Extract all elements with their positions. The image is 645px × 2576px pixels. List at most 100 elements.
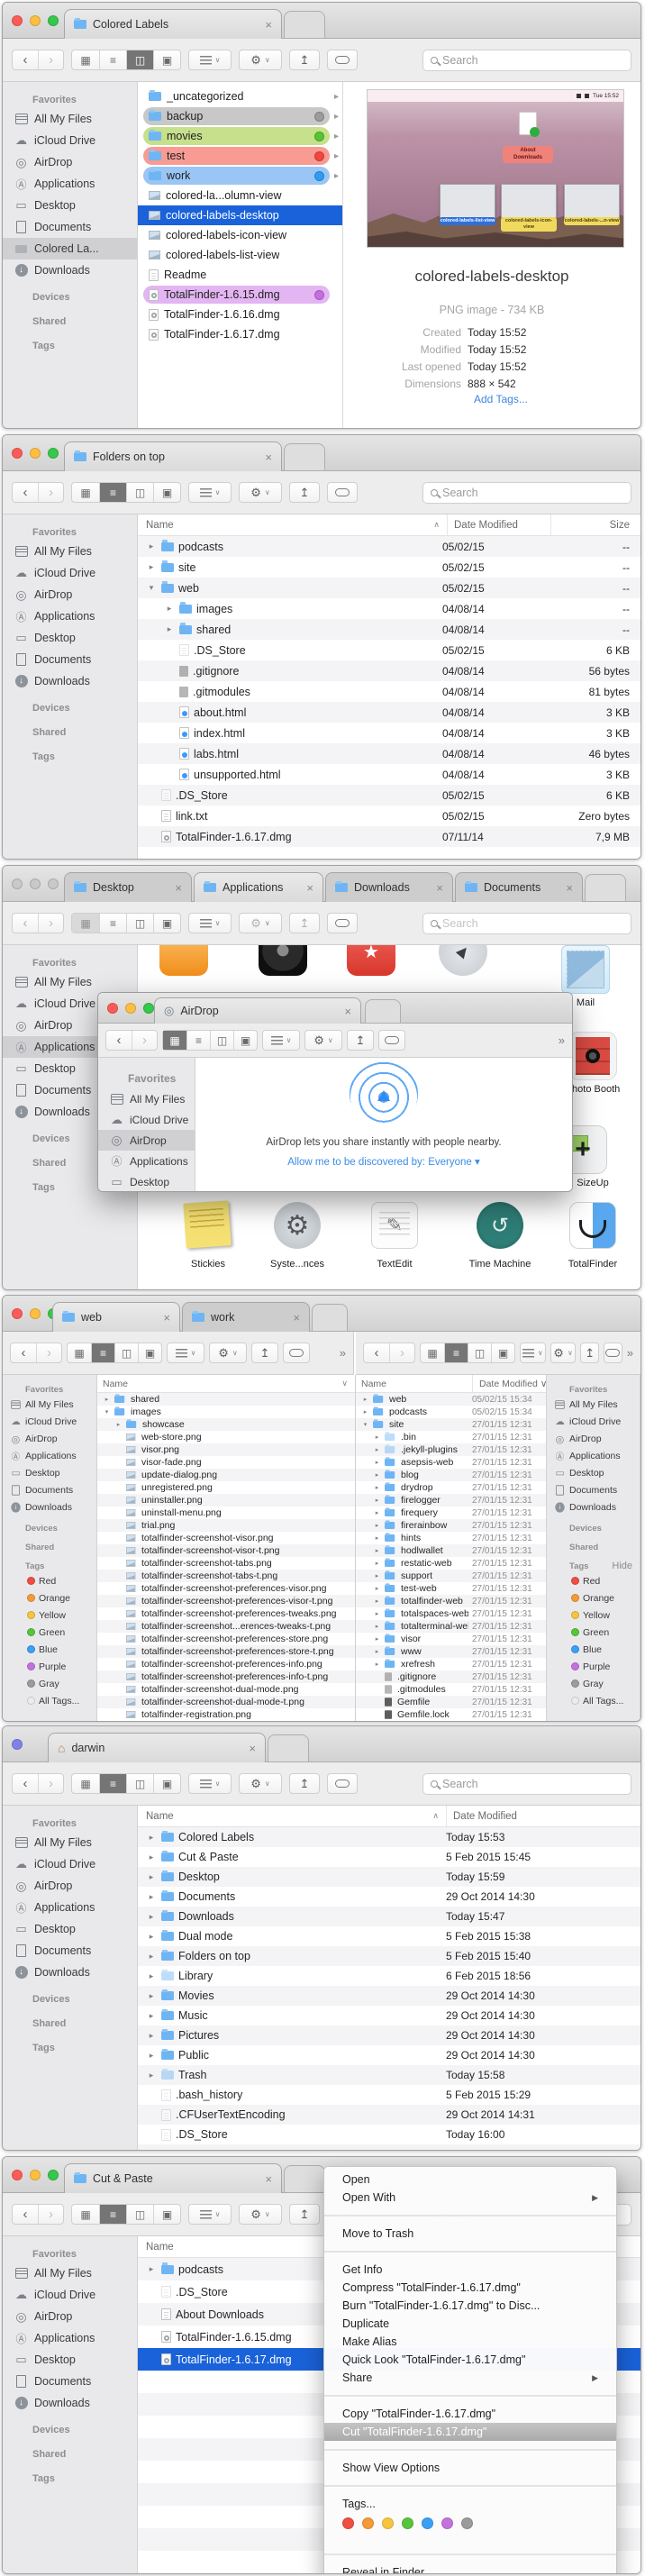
search-field[interactable]: Search (422, 1773, 631, 1795)
file-row[interactable]: ▸Documents29 Oct 2014 14:30 (138, 1887, 640, 1907)
file-row[interactable]: TotalFinder-1.6.16.dmg (138, 305, 342, 324)
sidebar-item[interactable]: All Tags... (3, 1692, 96, 1709)
zoom-window-button[interactable] (48, 15, 59, 26)
toolbar-overflow-button[interactable]: » (340, 1346, 346, 1360)
disclosure-triangle[interactable]: ▸ (146, 542, 157, 551)
close-tab-icon[interactable]: × (258, 18, 272, 32)
column-view-button[interactable]: ◫ (126, 50, 153, 69)
forward-button[interactable]: › (38, 50, 63, 69)
sidebar-item[interactable]: Desktop (3, 2349, 137, 2371)
sidebar-item[interactable]: All My Files (3, 971, 137, 993)
sidebar-item[interactable]: Desktop (98, 1171, 195, 1191)
context-menu-item[interactable]: Duplicate (324, 2315, 616, 2333)
context-menu-item[interactable] (324, 2485, 616, 2487)
context-menu-item[interactable] (324, 2395, 616, 2397)
file-row[interactable]: ▸totalfinder-web27/01/15 12:31 (356, 1595, 562, 1607)
sidebar-item[interactable]: iCloud Drive (547, 1413, 640, 1430)
file-row[interactable]: ▾images (97, 1406, 355, 1418)
context-menu-item[interactable]: Quick Look "TotalFinder-1.6.17.dmg" (324, 2351, 616, 2369)
file-row[interactable]: totalfinder-screenshot-visor.png (97, 1532, 355, 1544)
action-menu-button[interactable]: ⚙∨ (239, 1773, 282, 1794)
sidebar-item[interactable]: Favorites (3, 2246, 137, 2262)
icon-view-button[interactable]: ▦ (72, 914, 99, 933)
sidebar-item[interactable]: Documents (3, 1481, 96, 1498)
disclosure-triangle[interactable]: ▸ (373, 1585, 381, 1592)
action-menu-button[interactable]: ⚙∨ (239, 913, 282, 933)
coverflow-view-button[interactable]: ▣ (153, 2205, 180, 2224)
context-menu-item[interactable] (324, 2251, 616, 2253)
context-menu-item[interactable]: Burn "TotalFinder-1.6.17.dmg" to Disc... (324, 2297, 616, 2315)
file-row[interactable]: ▸totalterminal-web27/01/15 12:31 (356, 1620, 562, 1633)
file-row[interactable]: .bash_history5 Feb 2015 15:29 (138, 2085, 640, 2105)
disclosure-triangle[interactable]: ▸ (146, 1872, 157, 1882)
arrange-menu-button[interactable]: ∨ (188, 50, 232, 70)
mail-app-icon[interactable] (561, 945, 610, 994)
back-button[interactable]: ‹ (13, 1774, 38, 1793)
back-button[interactable]: ‹ (13, 914, 38, 933)
file-row[interactable]: .gitignore27/01/15 12:31 (356, 1670, 562, 1683)
file-row[interactable]: ▾web05/02/15-- (138, 578, 640, 598)
column-view-button[interactable]: ◫ (126, 483, 153, 502)
disclosure-triangle[interactable]: ▸ (146, 2031, 157, 2041)
column-view-button[interactable]: ◫ (468, 1343, 491, 1362)
context-menu-item[interactable]: Compress "TotalFinder-1.6.17.dmg" (324, 2279, 616, 2297)
disclosure-triangle[interactable]: ▸ (146, 1971, 157, 1981)
icon-view-button[interactable]: ▦ (68, 1343, 91, 1362)
disclosure-triangle[interactable]: ▸ (373, 1648, 381, 1655)
back-button[interactable]: ‹ (13, 2205, 38, 2224)
app-icon-partial-1[interactable] (159, 945, 208, 976)
sidebar-item[interactable]: Green (547, 1624, 640, 1641)
sidebar-item[interactable]: All My Files (547, 1396, 640, 1413)
sidebar-item[interactable]: Desktop (3, 195, 137, 216)
file-row[interactable]: .DS_Store05/02/156 KB (138, 785, 640, 806)
list-view-button[interactable]: ≡ (99, 2205, 126, 2224)
sidebar-item[interactable]: Shared (3, 2016, 137, 2032)
file-row[interactable]: .DS_Store05/02/156 KB (138, 640, 640, 660)
icon-view-button[interactable]: ▦ (72, 50, 99, 69)
file-row[interactable]: ▸blog27/01/15 12:31 (356, 1469, 562, 1481)
file-row[interactable]: totalfinder-screenshot-preferences-info-… (97, 1670, 355, 1683)
tag-button[interactable] (378, 1030, 405, 1051)
sidebar-item[interactable]: Favorites (3, 92, 137, 108)
list-view-button[interactable]: ≡ (99, 483, 126, 502)
icon-view-button[interactable]: ▦ (72, 1774, 99, 1793)
tag-button[interactable] (283, 1343, 310, 1363)
forward-button[interactable]: › (38, 914, 63, 933)
context-menu-item[interactable]: Cut "TotalFinder-1.6.17.dmg" (324, 2423, 616, 2441)
sidebar-item[interactable]: Downloads (3, 1962, 137, 1983)
photo-booth-app-icon[interactable] (568, 1032, 617, 1080)
sidebar-item[interactable]: Shared (3, 314, 137, 330)
zoom-window-button[interactable] (48, 2170, 59, 2180)
file-row[interactable]: Gemfile.lock27/01/15 12:31 (356, 1708, 562, 1721)
sidebar-item[interactable]: Blue (547, 1641, 640, 1658)
disclosure-triangle[interactable]: ▸ (146, 562, 157, 572)
forward-button[interactable]: › (38, 1774, 63, 1793)
file-row[interactable]: Gemfile27/01/15 12:31 (356, 1696, 562, 1708)
disclosure-triangle[interactable]: ▸ (361, 1396, 369, 1403)
file-row[interactable]: ▸firelogger27/01/15 12:31 (356, 1494, 562, 1506)
file-row[interactable]: ▸www27/01/15 12:31 (356, 1645, 562, 1658)
file-row[interactable]: backup▸ (138, 106, 342, 126)
arrange-menu-button[interactable]: ∨ (188, 913, 232, 933)
icon-view-button[interactable]: ▦ (72, 483, 99, 502)
sidebar-item[interactable]: Tags (3, 2471, 137, 2487)
file-row[interactable]: labs.html04/08/1446 bytes (138, 743, 640, 764)
sidebar-item[interactable]: Tags (3, 1560, 96, 1572)
file-row[interactable]: totalfinder-screenshot-preferences-visor… (97, 1582, 355, 1595)
close-window-button[interactable] (12, 448, 23, 459)
file-row[interactable]: visor.png (97, 1443, 355, 1456)
disclosure-triangle[interactable]: ▸ (103, 1396, 111, 1403)
back-button[interactable]: ‹ (106, 1031, 132, 1050)
file-row[interactable]: .gitmodules04/08/1481 bytes (138, 681, 640, 702)
context-menu-item[interactable]: Show View Options (324, 2459, 616, 2477)
coverflow-view-button[interactable]: ▣ (153, 483, 180, 502)
tab-cut-paste[interactable]: Cut & Paste× (64, 2163, 282, 2193)
disclosure-triangle[interactable]: ▸ (373, 1446, 381, 1453)
sidebar-item[interactable]: iCloud Drive (3, 2284, 137, 2306)
file-row[interactable]: uninstaller.png (97, 1494, 355, 1506)
context-menu-item[interactable]: Move to Trash (324, 2225, 616, 2243)
disclosure-triangle[interactable]: ▸ (146, 1912, 157, 1922)
disclosure-triangle[interactable]: ▸ (146, 1952, 157, 1962)
file-row[interactable]: ▸asepsis-web27/01/15 12:31 (356, 1456, 562, 1469)
stickies-app-icon[interactable] (183, 1200, 231, 1248)
